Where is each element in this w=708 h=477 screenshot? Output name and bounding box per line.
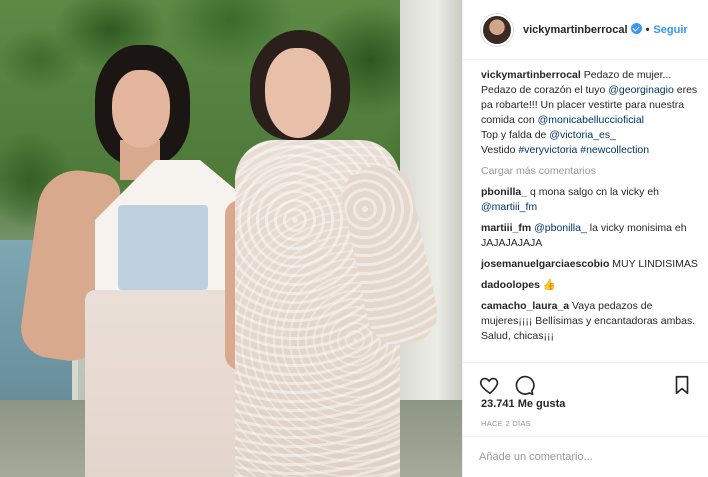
comment-icon[interactable] — [513, 374, 535, 396]
post-timestamp[interactable]: HACE 2 DÍAS — [481, 419, 531, 428]
comment-username[interactable]: dadoolopes — [481, 279, 540, 291]
caption-mention[interactable]: @monicabelluccioficial — [538, 114, 644, 126]
post-header: vickymartinberrocal • Seguir — [463, 0, 708, 60]
heart-icon[interactable] — [479, 374, 501, 396]
caption: vickymartinberrocal Pedazo de mujer... P… — [481, 68, 703, 158]
comment-text: 👍 — [539, 279, 556, 291]
comment-item: dadoolopes 👍 — [481, 278, 703, 293]
header-username[interactable]: vickymartinberrocal — [523, 24, 628, 36]
header-separator: • — [645, 24, 650, 36]
comment-username[interactable]: camacho_laura_a — [481, 300, 569, 312]
caption-text: Vestido — [481, 144, 519, 156]
caption-mention[interactable]: @georginagio — [608, 84, 674, 96]
caption-hashtag[interactable]: #veryvictoria — [518, 144, 577, 156]
photo-figure-left-top-panel — [118, 205, 208, 290]
post-photo[interactable] — [0, 0, 462, 477]
post-sidebar: vickymartinberrocal • Seguir vickymartinbe… — [462, 0, 708, 477]
comment-item: josemanuelgarciaescobio MUY LINDISIMAS — [481, 257, 703, 272]
caption-hashtag[interactable]: #newcollection — [580, 144, 649, 156]
caption-text: Top y falda de — [481, 129, 550, 141]
add-comment-area — [463, 436, 708, 477]
load-more-comments-button[interactable]: Cargar más comentarios — [481, 164, 703, 179]
comment-input[interactable] — [479, 451, 679, 463]
action-bar — [463, 362, 708, 400]
comment-item: martiii_fm @pbonilla_ la vicky monisima … — [481, 221, 703, 251]
comment-mention[interactable]: @martiii_fm — [481, 201, 537, 213]
comment-username[interactable]: pbonilla_ — [481, 186, 527, 198]
comment-item: pbonilla_ q mona salgo cn la vicky eh @m… — [481, 185, 703, 215]
comment-text: MUY LINDISIMAS — [609, 258, 698, 270]
photo-figure-right-face — [265, 48, 331, 138]
comment-username[interactable]: josemanuelgarciaescobio — [481, 258, 609, 270]
comment-mention[interactable]: @pbonilla_ — [534, 222, 587, 234]
comment-username[interactable]: martiii_fm — [481, 222, 531, 234]
follow-button[interactable]: Seguir — [653, 24, 687, 36]
bookmark-icon[interactable] — [671, 374, 693, 396]
comments-list: vickymartinberrocal Pedazo de mujer... P… — [481, 68, 703, 350]
photo-figure-left-face — [112, 70, 170, 148]
comment-item: camacho_laura_a Vaya pedazos de mujeres¡… — [481, 299, 703, 344]
caption-username[interactable]: vickymartinberrocal — [481, 69, 581, 81]
avatar[interactable] — [481, 13, 513, 46]
likes-count[interactable]: 23.741 Me gusta — [481, 398, 565, 410]
verified-badge-icon — [630, 23, 642, 34]
comment-text: q mona salgo cn la vicky eh — [527, 186, 659, 198]
caption-mention[interactable]: @victoria_es_ — [549, 129, 616, 141]
